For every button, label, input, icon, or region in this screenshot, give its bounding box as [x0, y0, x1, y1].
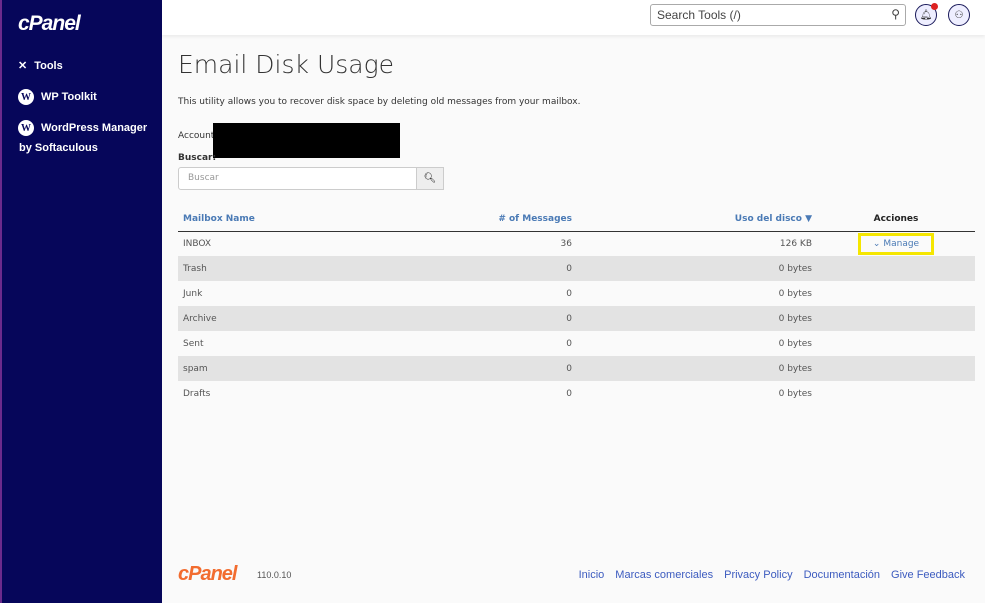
link-privacy[interactable]: Privacy Policy	[724, 569, 792, 581]
mailbox-name: Junk	[183, 288, 203, 299]
header-actions: Acciones	[817, 208, 975, 232]
wordpress-icon: W	[18, 120, 34, 136]
sidebar-item-label: WP Toolkit	[41, 91, 97, 103]
search-tools-input[interactable]: Search Tools (/) ⚲	[650, 4, 906, 26]
table-row: Archive 0 0 bytes	[178, 306, 975, 331]
table-row: Junk 0 0 bytes	[178, 281, 975, 306]
mailbox-name: Sent	[183, 338, 204, 349]
user-menu-button[interactable]: ⚇	[948, 4, 970, 26]
manage-label: Manage	[883, 238, 920, 249]
table-row: Sent 0 0 bytes	[178, 331, 975, 356]
search-label: Buscar:	[178, 153, 217, 163]
disk-usage: 0 bytes	[778, 388, 812, 399]
table-row: INBOX 36 126 KB ⌄ Manage	[178, 231, 975, 256]
sidebar-item-label: WordPress Manager	[41, 122, 148, 134]
wordpress-icon: W	[18, 89, 34, 105]
message-count: 0	[375, 306, 577, 331]
notifications-button[interactable]: 🔔︎	[915, 3, 938, 26]
mailbox-name: spam	[178, 356, 376, 381]
version: 110.0.10	[257, 570, 292, 580]
header-disk-usage[interactable]: Uso del disco ▼	[577, 208, 817, 232]
message-count: 0	[375, 356, 577, 381]
mailbox-name: INBOX	[183, 238, 212, 249]
footer-links: Inicio Marcas comerciales Privacy Policy…	[579, 569, 965, 581]
message-count: 0	[566, 288, 572, 299]
header-mailbox-name[interactable]: Mailbox Name	[178, 208, 376, 232]
tools-icon: ✕	[18, 60, 28, 72]
actions-cell	[817, 306, 975, 331]
account-label: Account	[178, 131, 215, 141]
disk-usage: 0 bytes	[778, 338, 812, 349]
message-count: 0	[566, 388, 572, 399]
link-feedback[interactable]: Give Feedback	[891, 569, 965, 581]
actions-cell	[817, 256, 975, 281]
mailbox-name: Archive	[178, 306, 376, 331]
disk-usage: 126 KB	[779, 238, 812, 249]
page-description: This utility allows you to recover disk …	[178, 97, 581, 107]
link-documentation[interactable]: Documentación	[804, 569, 880, 581]
sidebar-item-tools[interactable]: ✕ Tools	[18, 59, 63, 73]
search-icon: ⚲	[891, 7, 900, 21]
message-count: 0	[375, 256, 577, 281]
mailbox-name: Drafts	[183, 388, 211, 399]
header-messages[interactable]: # of Messages	[375, 208, 577, 232]
mailbox-name: Trash	[178, 256, 376, 281]
redacted-account	[213, 123, 400, 158]
footer-cpanel-logo: cPanel	[178, 563, 237, 585]
top-header: Search Tools (/) ⚲ 🔔︎ ⚇	[162, 0, 985, 35]
message-count: 36	[560, 238, 572, 249]
sidebar-item-wp-toolkit[interactable]: W WP Toolkit	[18, 89, 97, 105]
sidebar-item-softaculous[interactable]: by Softaculous	[19, 142, 98, 154]
bell-icon: 🔔︎	[919, 9, 933, 21]
message-count: 0	[566, 338, 572, 349]
table-row: Trash 0 0 bytes	[178, 256, 975, 281]
actions-cell	[817, 356, 975, 381]
actions-cell	[817, 281, 975, 306]
sidebar: cPanel ✕ Tools W WP Toolkit W WordPress Man…	[0, 0, 162, 603]
mailbox-table: Mailbox Name # of Messages Uso del disco…	[178, 208, 975, 406]
actions-cell: ⌄ Manage	[817, 231, 975, 256]
table-row: Drafts 0 0 bytes	[178, 381, 975, 406]
search-icon: 🔍︎	[423, 173, 437, 184]
sidebar-item-wordpress-manager[interactable]: W WordPress Manager	[18, 120, 147, 136]
chevron-down-icon: ⌄	[872, 238, 884, 249]
link-trademarks[interactable]: Marcas comerciales	[615, 569, 713, 581]
disk-usage: 0 bytes	[577, 306, 817, 331]
search-button[interactable]: 🔍︎	[416, 167, 444, 190]
disk-usage: 0 bytes	[778, 288, 812, 299]
page-title: Email Disk Usage	[178, 50, 394, 79]
notification-dot	[931, 3, 938, 10]
user-icon: ⚇	[954, 9, 964, 21]
mailbox-search-input[interactable]: Buscar	[178, 167, 417, 190]
actions-cell	[817, 381, 975, 406]
table-row: spam 0 0 bytes	[178, 356, 975, 381]
disk-usage: 0 bytes	[577, 256, 817, 281]
sidebar-item-label: Tools	[34, 59, 63, 72]
cpanel-logo[interactable]: cPanel	[18, 12, 81, 36]
manage-button[interactable]: ⌄ Manage	[857, 232, 935, 255]
disk-usage: 0 bytes	[577, 356, 817, 381]
link-inicio[interactable]: Inicio	[579, 569, 605, 581]
search-placeholder: Search Tools (/)	[657, 8, 741, 22]
actions-cell	[817, 331, 975, 356]
